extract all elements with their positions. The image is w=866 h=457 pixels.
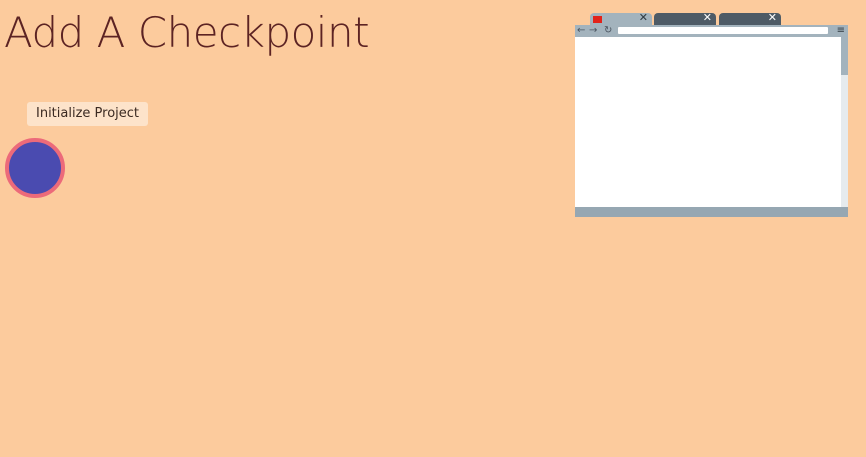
forward-arrow-icon[interactable]: →	[589, 25, 597, 37]
scrollbar-thumb[interactable]	[841, 37, 848, 75]
browser-tab-3[interactable]: ✕	[719, 12, 781, 25]
canvas: Add A Checkpoint Initialize Project ✕ ✕ …	[0, 0, 866, 457]
initialize-project-button[interactable]: Initialize Project	[27, 102, 149, 126]
close-tab-icon[interactable]: ✕	[703, 12, 712, 24]
page-title: Add A Checkpoint	[4, 8, 370, 57]
back-arrow-icon[interactable]: ←	[577, 25, 585, 37]
browser-tab-1[interactable]: ✕	[590, 12, 652, 25]
menu-icon[interactable]: ≡	[837, 25, 845, 37]
checkpoint-node[interactable]	[5, 138, 65, 198]
browser-scrollbar[interactable]	[841, 37, 848, 207]
address-bar[interactable]	[618, 27, 828, 34]
close-tab-icon[interactable]: ✕	[639, 12, 648, 24]
favicon-icon	[593, 16, 602, 23]
browser-status-bar	[575, 207, 848, 217]
browser-toolbar: ← → ↻ ≡	[575, 25, 848, 37]
browser-window: ✕ ✕ ✕ ← → ↻ ≡	[575, 12, 848, 217]
browser-tab-bar: ✕ ✕ ✕	[590, 12, 790, 25]
browser-viewport	[575, 37, 841, 207]
close-tab-icon[interactable]: ✕	[768, 12, 777, 24]
browser-tab-2[interactable]: ✕	[654, 12, 716, 25]
reload-icon[interactable]: ↻	[604, 25, 612, 37]
